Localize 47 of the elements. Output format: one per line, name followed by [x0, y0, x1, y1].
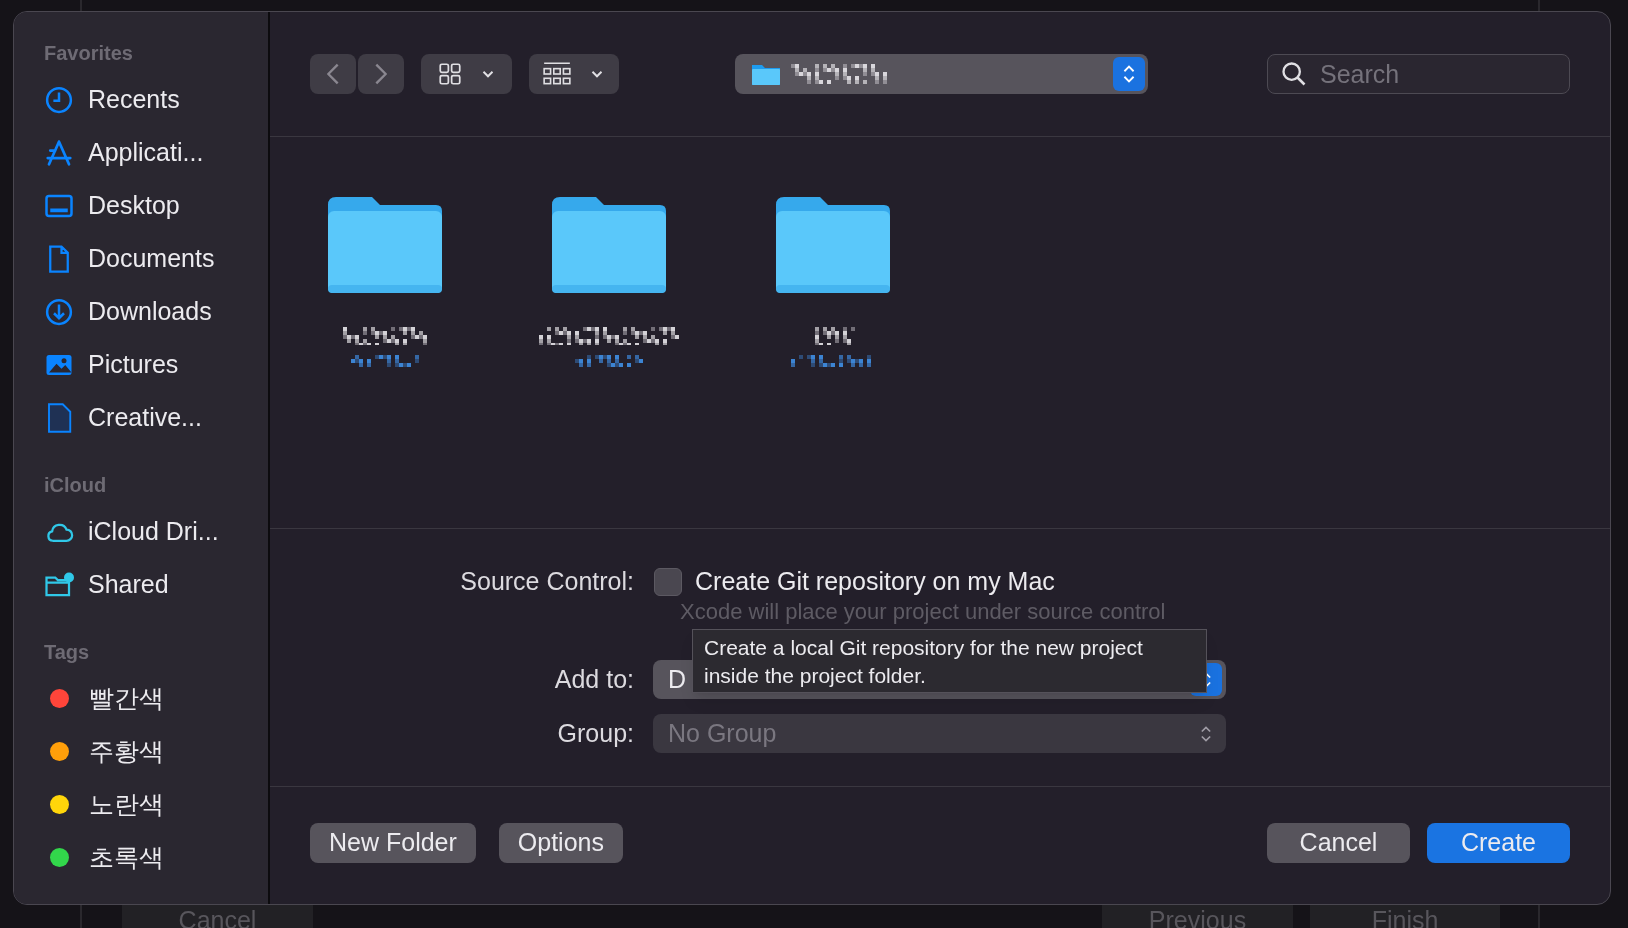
sidebar-item[interactable]: Recents — [44, 73, 268, 126]
sidebar-item[interactable]: Creative... — [44, 391, 268, 444]
pixelated-label — [575, 355, 643, 367]
form-label: Source Control: — [459, 566, 634, 597]
folder-icon[interactable] — [550, 195, 668, 295]
checkbox[interactable] — [654, 567, 682, 596]
footer-button[interactable]: New Folder — [310, 822, 476, 863]
footer-button[interactable]: Cancel — [1267, 822, 1410, 863]
search-field[interactable]: Search — [1267, 54, 1570, 94]
view-mode-button[interactable] — [421, 54, 512, 94]
chevron-right-icon — [375, 63, 387, 85]
footer-button[interactable]: Options — [498, 822, 623, 863]
group-button[interactable] — [529, 54, 619, 94]
download-icon — [44, 296, 74, 327]
location-popup[interactable] — [735, 54, 1148, 94]
icon-rows-icon — [542, 61, 572, 87]
form-label: Add to: — [553, 663, 634, 695]
sidebar-item[interactable]: 빨간색 — [44, 672, 268, 725]
sidebar-item[interactable]: 초록색 — [44, 831, 268, 884]
footer-button[interactable]: Create — [1427, 822, 1570, 863]
forward-button[interactable] — [358, 54, 404, 94]
sidebar-item[interactable]: Documents — [44, 232, 268, 285]
folder-icon[interactable] — [326, 195, 444, 295]
sidebar-item[interactable]: Downloads — [44, 285, 268, 338]
section-header: Tags — [44, 640, 91, 665]
pixelated-label — [351, 355, 419, 367]
sidebar-item[interactable]: 노란색 — [44, 778, 268, 831]
clock-icon — [44, 84, 74, 115]
app-store-icon — [44, 137, 74, 168]
folder-icon[interactable] — [774, 195, 892, 295]
sidebar-item[interactable]: Applicati... — [44, 126, 268, 179]
hint-text: Xcode will place your project under source control — [680, 598, 1166, 626]
sidebar-item[interactable]: 주황색 — [44, 725, 268, 778]
checkbox-label[interactable]: Create Git repository on my Mac — [695, 563, 1055, 601]
section-header: iCloud — [44, 473, 108, 498]
tooltip: Create a local Git repository for the new project inside the project folder. — [692, 629, 1207, 693]
search-icon — [1280, 60, 1308, 88]
sidebar-item[interactable]: iCloud Dri... — [44, 505, 268, 558]
stepper-icon — [1113, 57, 1145, 91]
sidebar-item[interactable]: Desktop — [44, 179, 268, 232]
grid-icon — [436, 61, 463, 87]
section-header: Favorites — [44, 41, 134, 66]
sidebar-item[interactable]: Pictures — [44, 338, 268, 391]
chevron-left-icon — [327, 63, 339, 85]
form-label: Group: — [556, 717, 634, 749]
back-button[interactable] — [310, 54, 356, 94]
sidebar-item[interactable]: Shared — [44, 558, 268, 611]
